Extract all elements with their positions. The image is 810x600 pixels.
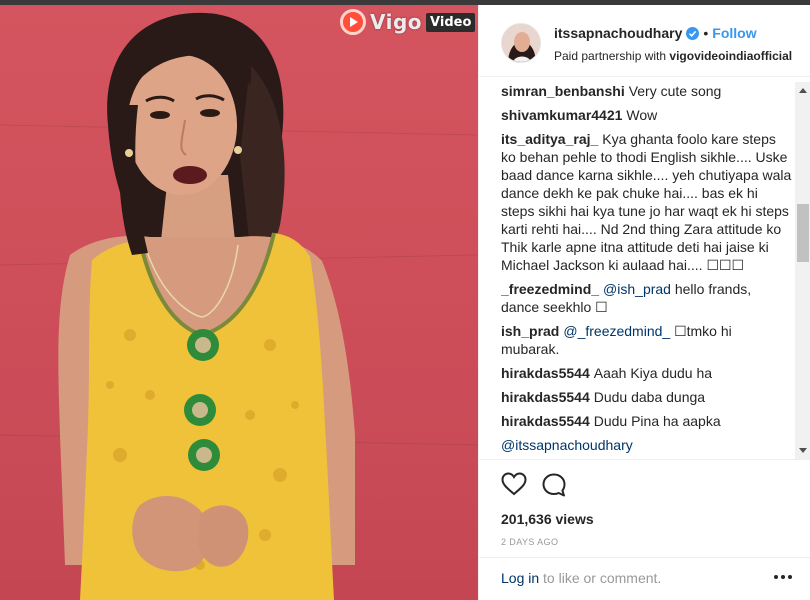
comment-item: hirakdas5544 Dudu daba dunga [501, 388, 793, 406]
comment-text: Dudu daba dunga [593, 389, 706, 405]
vigo-play-icon [340, 9, 366, 35]
comment-mention[interactable]: @itssapnachoudhary [501, 437, 633, 453]
comment-username[interactable]: ish_prad [501, 323, 559, 339]
comment-item: ish_prad @_freezedmind_ ☐tmko hi mubarak. [501, 322, 793, 358]
comment-mention[interactable]: @ish_prad [603, 281, 671, 297]
post-actions: 201,636 views 2 DAYS AGO [479, 459, 810, 557]
post-footer: Log in to like or comment. [479, 557, 810, 600]
login-prompt: Log in to like or comment. [501, 570, 661, 586]
watermark-tag: Video [426, 12, 476, 32]
scroll-up-arrow-icon[interactable] [799, 88, 807, 93]
comment-username[interactable]: hirakdas5544 [501, 365, 590, 381]
comment-item: hirakdas5544 Dudu Pina ha aapka [501, 412, 793, 430]
comment-text: Aaah Kiya dudu ha [593, 365, 713, 381]
watermark-word: Vigo [370, 10, 423, 34]
view-count[interactable]: 201,636 views [501, 511, 594, 527]
verified-badge-icon [686, 26, 700, 40]
post-timestamp[interactable]: 2 DAYS AGO [501, 537, 558, 547]
avatar[interactable] [501, 23, 541, 63]
login-link[interactable]: Log in [501, 570, 539, 586]
video-frame [0, 12, 478, 600]
comment-item: _freezedmind_ @ish_prad hello frands, dan… [501, 280, 793, 316]
comment-username[interactable]: hirakdas5544 [501, 389, 590, 405]
comment-text: Kya ghanta foolo kare steps ko behan peh… [501, 131, 792, 273]
comment-item: simran_benbanshi Very cute song [501, 82, 793, 100]
comment-item: shivamkumar4421 Wow [501, 106, 793, 124]
comment-username[interactable]: hirakdas5544 [501, 413, 590, 429]
comment-item: @itssapnachoudhary [501, 436, 793, 454]
comment-text: Dudu Pina ha aapka [593, 413, 721, 429]
comment-item: hirakdas5544 Aaah Kiya dudu ha [501, 364, 793, 382]
comment-username[interactable]: its_aditya_raj_ [501, 131, 598, 147]
post-header: itssapnachoudhary • Follow Paid partners… [479, 5, 810, 77]
comments-list[interactable]: simran_benbanshi Very cute song shivamkum… [501, 82, 793, 459]
post-side-panel: itssapnachoudhary • Follow Paid partners… [478, 5, 810, 600]
login-prompt-text: to like or comment. [543, 570, 662, 586]
vigo-watermark: Vigo Video [340, 8, 476, 36]
avatar-image [502, 24, 540, 62]
username-link[interactable]: itssapnachoudhary [554, 25, 682, 41]
comment-mention[interactable]: @_freezedmind_ [563, 323, 670, 339]
scroll-down-arrow-icon[interactable] [799, 448, 807, 453]
partnership-prefix: Paid partnership with [554, 49, 667, 63]
comment-item: its_aditya_raj_ Kya ghanta foolo kare ste… [501, 130, 793, 274]
comment-text: Very cute song [628, 83, 722, 99]
comment-username[interactable]: _freezedmind_ [501, 281, 599, 297]
comment-username[interactable]: simran_benbanshi [501, 83, 625, 99]
comment-text: Wow [626, 107, 658, 123]
heart-outline-icon[interactable] [501, 472, 527, 496]
scroll-thumb[interactable] [797, 204, 809, 262]
username-line: itssapnachoudhary • Follow [554, 25, 757, 41]
comment-bubble-icon[interactable] [541, 472, 567, 498]
comment-username[interactable]: shivamkumar4421 [501, 107, 622, 123]
follow-button[interactable]: Follow [712, 25, 756, 41]
comments-scrollbar[interactable] [795, 82, 810, 459]
more-options-icon[interactable] [771, 567, 795, 587]
paid-partnership-line: Paid partnership with vigovideoindiaoffi… [554, 49, 792, 63]
video-player[interactable]: Vigo Video [0, 5, 478, 600]
separator-dot: • [703, 25, 709, 41]
partner-link[interactable]: vigovideoindiaofficial [669, 49, 792, 63]
